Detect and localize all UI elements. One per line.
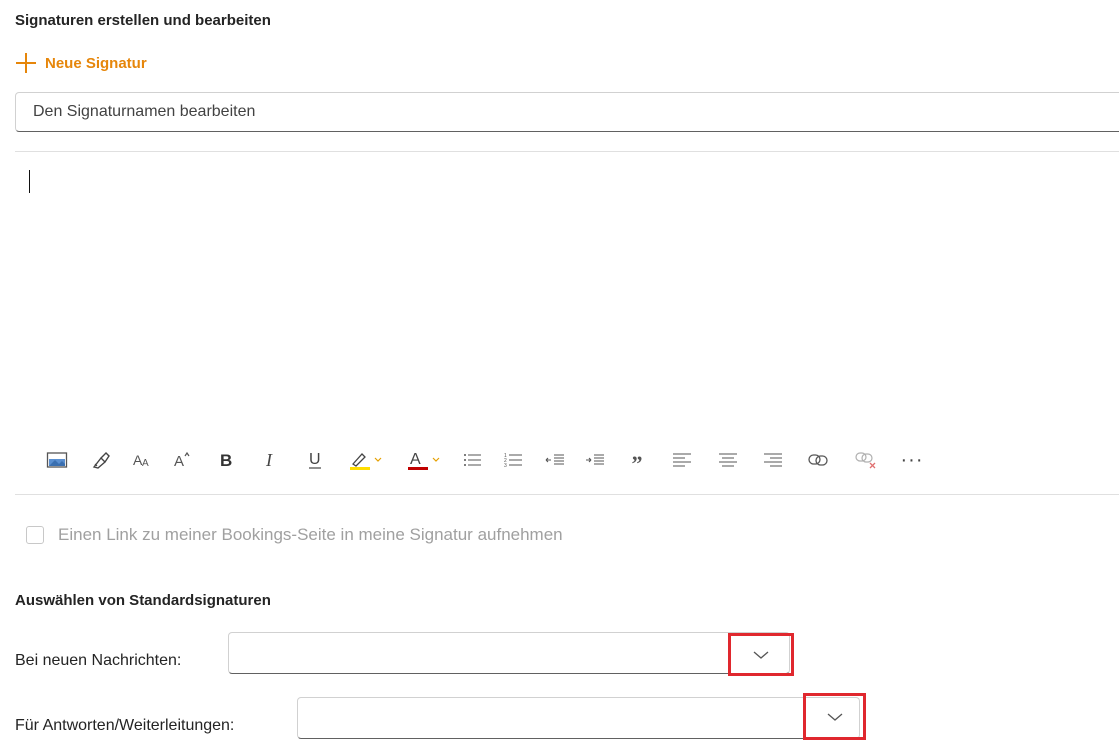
align-right-icon: [764, 453, 782, 467]
svg-text:I: I: [265, 450, 273, 470]
bookings-checkbox[interactable]: [26, 526, 44, 544]
link-icon: [808, 454, 828, 466]
bookings-label: Einen Link zu meiner Bookings-Seite in m…: [58, 525, 563, 544]
insert-link-button[interactable]: [798, 445, 838, 475]
quote-icon: ”: [631, 451, 643, 476]
new-messages-label: Bei neuen Nachrichten:: [15, 652, 182, 669]
replies-forwards-dropdown-toggle[interactable]: [803, 693, 866, 740]
signature-name-placeholder: Den Signaturnamen bearbeiten: [33, 103, 256, 120]
font-size-icon: A A: [133, 452, 149, 469]
unlink-icon: [855, 452, 876, 469]
svg-text:A: A: [410, 451, 421, 468]
align-left-icon: [673, 453, 691, 467]
align-center-icon: [719, 453, 737, 467]
toolbar-bottom-divider: [15, 494, 1119, 495]
quote-button[interactable]: ”: [618, 445, 656, 475]
new-messages-select[interactable]: [228, 632, 790, 674]
font-size-button[interactable]: A A: [126, 445, 160, 475]
bookings-link-option: Einen Link zu meiner Bookings-Seite in m…: [26, 525, 563, 545]
formatting-toolbar: A A A B I U A 1 2 3 ” ···: [38, 445, 936, 475]
signature-name-input[interactable]: Den Signaturnamen bearbeiten: [15, 92, 1119, 132]
bullet-list-icon: [464, 454, 481, 466]
numbered-list-icon: 1 2 3: [504, 453, 522, 468]
highlight-button[interactable]: [340, 445, 392, 475]
numbered-list-button[interactable]: 1 2 3: [496, 445, 532, 475]
section-title-create-edit: Signaturen erstellen und bearbeiten: [15, 12, 271, 29]
highlighter-icon: [350, 453, 382, 470]
image-icon: [46, 452, 68, 468]
svg-text:U: U: [309, 451, 321, 468]
replies-forwards-select[interactable]: [297, 697, 860, 739]
bold-icon: B: [220, 451, 232, 470]
font-color-button[interactable]: A: [398, 445, 450, 475]
underline-button[interactable]: U: [296, 445, 334, 475]
remove-link-button[interactable]: [844, 445, 888, 475]
align-center-button[interactable]: [708, 445, 748, 475]
replies-forwards-label: Für Antworten/Weiterleitungen:: [15, 717, 235, 734]
decrease-indent-icon: [545, 454, 564, 465]
italic-icon: I: [265, 450, 273, 470]
underline-icon: U: [309, 451, 321, 469]
align-left-button[interactable]: [662, 445, 702, 475]
bullet-list-button[interactable]: [456, 445, 490, 475]
svg-text:A: A: [142, 458, 149, 469]
plus-icon: [15, 52, 37, 74]
increase-indent-button[interactable]: [578, 445, 612, 475]
svg-text:A: A: [174, 453, 184, 470]
more-options-button[interactable]: ···: [894, 445, 930, 475]
font-color-icon: A: [408, 451, 440, 470]
text-caret: [29, 170, 30, 193]
svg-text:B: B: [220, 451, 232, 470]
format-painter-button[interactable]: [82, 445, 120, 475]
increase-indent-icon: [586, 454, 604, 465]
signature-editor[interactable]: [15, 152, 1119, 432]
decrease-indent-button[interactable]: [538, 445, 572, 475]
bold-button[interactable]: B: [206, 445, 246, 475]
more-icon: ···: [900, 448, 924, 471]
new-messages-dropdown-toggle[interactable]: [728, 633, 794, 676]
grow-font-button[interactable]: A: [166, 445, 200, 475]
chevron-down-icon: [753, 651, 769, 659]
grow-font-icon: A: [174, 451, 190, 470]
svg-text:3: 3: [504, 463, 507, 468]
format-painter-icon: [92, 452, 110, 469]
section-title-default-signatures: Auswählen von Standardsignaturen: [15, 592, 271, 609]
chevron-down-icon: [827, 713, 842, 721]
align-right-button[interactable]: [754, 445, 792, 475]
insert-image-button[interactable]: [38, 445, 76, 475]
new-signature-label: Neue Signatur: [45, 54, 147, 72]
new-signature-button[interactable]: Neue Signatur: [15, 52, 147, 74]
italic-button[interactable]: I: [252, 445, 290, 475]
